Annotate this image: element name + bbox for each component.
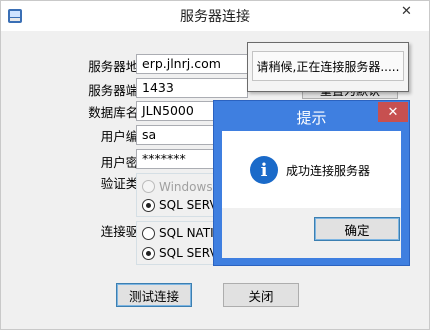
driver-sqlserver-option[interactable]: SQL SERV — [142, 246, 218, 260]
connecting-text: 请稍候,正在连接服务器..... — [252, 51, 404, 81]
server-connection-window: 服务器连接 ✕ 服务器地址: 服务器端口: 数据库名称: 用户编号: 用户密码:… — [0, 0, 430, 330]
close-icon: ✕ — [387, 104, 399, 120]
radio-button — [142, 226, 155, 240]
message-box-body: i 成功连接服务器 确定 — [222, 131, 401, 258]
auth-sql-option[interactable]: SQL SERV — [142, 198, 218, 212]
ok-button[interactable]: 确定 — [314, 217, 400, 241]
radio-button-selected — [142, 246, 155, 260]
driver-sqlserver-label: SQL SERV — [159, 246, 218, 260]
auth-sql-label: SQL SERV — [159, 198, 218, 212]
close-icon: ✕ — [401, 3, 412, 19]
server-port-field[interactable]: 1433 — [136, 78, 248, 98]
message-box: 提示 ✕ i 成功连接服务器 确定 — [213, 100, 410, 266]
driver-native-option[interactable]: SQL NATIV — [142, 226, 222, 240]
radio-button-selected — [142, 198, 155, 212]
window-title: 服务器连接 — [180, 9, 250, 25]
server-address-field[interactable]: erp.jlnrj.com — [136, 54, 248, 74]
connecting-popup: 请稍候,正在连接服务器..... — [247, 42, 409, 92]
window-close-button[interactable]: ✕ — [384, 1, 429, 21]
close-button[interactable]: 关闭 — [223, 283, 299, 307]
message-text: 成功连接服务器 — [286, 164, 371, 178]
radio-button — [142, 180, 155, 193]
message-box-footer: 确定 — [222, 208, 401, 258]
message-box-close-button[interactable]: ✕ — [378, 102, 408, 122]
test-connection-button[interactable]: 测试连接 — [116, 283, 192, 307]
title-bar: 服务器连接 ✕ — [1, 1, 429, 31]
info-icon: i — [250, 156, 278, 184]
